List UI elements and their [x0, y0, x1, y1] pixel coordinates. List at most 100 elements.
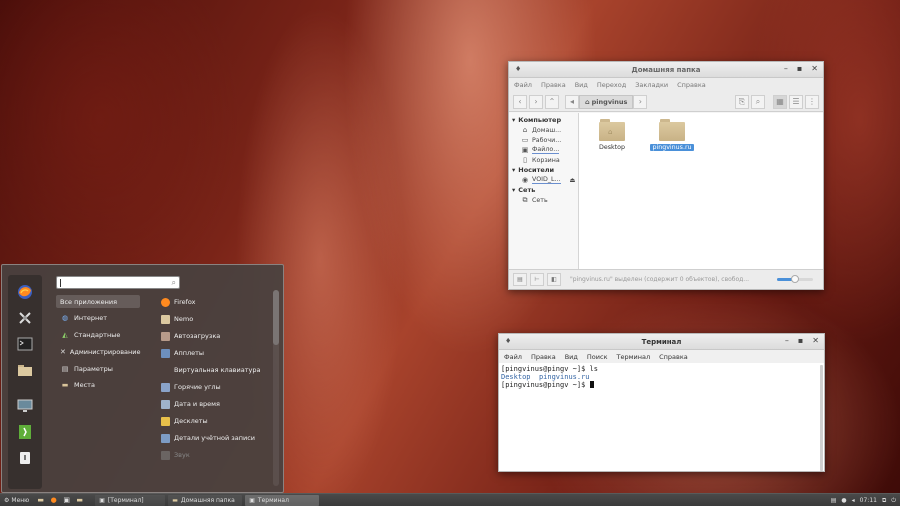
zoom-handle[interactable]	[791, 275, 799, 283]
app-hot-corners[interactable]: Горячие углы	[161, 381, 271, 393]
preferences-icon: ▤	[61, 364, 69, 373]
launcher-files[interactable]: ▬	[35, 495, 46, 506]
category-all-apps[interactable]: Все приложения	[56, 295, 140, 308]
favorite-files[interactable]	[16, 361, 34, 379]
sidebar-item-home[interactable]: ⌂ Домаш...	[509, 125, 578, 135]
clock[interactable]: 07:11	[860, 497, 877, 504]
file-item-pingvinus[interactable]: pingvinus.ru	[650, 119, 694, 151]
favorite-shutdown[interactable]	[16, 449, 34, 467]
taskbar-item-terminal-2[interactable]: ▣ Терминал	[245, 494, 320, 506]
minimize-button[interactable]: –	[784, 64, 788, 73]
forward-button[interactable]: ›	[529, 94, 543, 109]
app-account-details[interactable]: Детали учётной записи	[161, 432, 271, 444]
favorite-logout[interactable]	[16, 423, 34, 441]
sidebar-item-label: Домаш...	[532, 126, 562, 134]
menu-terminal[interactable]: Терминал	[617, 353, 651, 361]
category-preferences[interactable]: ▤ Параметры	[56, 362, 140, 375]
favorite-display[interactable]	[16, 397, 34, 415]
path-right-button[interactable]: ›	[633, 94, 648, 109]
sidebar-section-devices[interactable]: ▾ Носители	[509, 165, 578, 175]
power-icon[interactable]: ⏻	[891, 497, 896, 505]
menu-file[interactable]: Файл	[514, 81, 532, 89]
scrollbar[interactable]	[820, 365, 823, 471]
sidebar-item-desktop[interactable]: ▭ Рабочи...	[509, 135, 578, 145]
taskbar-item-label: Терминал	[257, 496, 289, 504]
sidebar-item-filesystem[interactable]: ▣ Файло...	[509, 145, 578, 155]
menu-go[interactable]: Переход	[597, 81, 626, 89]
terminal-titlebar[interactable]: ♦ Терминал – ▪ ✕	[499, 334, 824, 350]
icon-view-button[interactable]: ▦	[773, 94, 787, 109]
launcher-firefox[interactable]: ●	[48, 495, 59, 506]
user-icon[interactable]: ●	[841, 497, 846, 504]
app-date-time[interactable]: Дата и время	[161, 398, 271, 410]
taskbar-item-home-folder[interactable]: ▬ Домашняя папка	[168, 494, 243, 506]
clipboard-icon[interactable]: ▤	[831, 497, 837, 504]
path-left-button[interactable]: ◂	[565, 94, 579, 109]
sidebar-item-void-disc[interactable]: ◉ VOID_L... ⏏	[509, 175, 578, 185]
app-nemo[interactable]: Nemo	[161, 313, 271, 325]
menu-view[interactable]: Вид	[565, 353, 578, 361]
path-crumb-label: pingvinus	[591, 97, 628, 106]
launcher-home[interactable]: ▬	[74, 495, 85, 506]
search-button[interactable]: ⌕	[751, 94, 765, 109]
sidebar-section-computer[interactable]: ▾ Компьютер	[509, 115, 578, 125]
menu-search[interactable]: Поиск	[587, 353, 608, 361]
network-icon[interactable]: ⧉	[882, 497, 886, 505]
taskbar-item-terminal-1[interactable]: ▣ [Терминал]	[95, 494, 166, 506]
toggle-location-button[interactable]: ⎘	[735, 94, 749, 109]
scrollbar-thumb[interactable]	[273, 290, 279, 345]
sidebar-item-network[interactable]: ⧉ Сеть	[509, 195, 578, 205]
maximize-button[interactable]: ▪	[798, 336, 803, 345]
menu-button-label: Меню	[11, 496, 30, 504]
up-button[interactable]: ⌃	[545, 94, 559, 109]
sidebar-section-network[interactable]: ▾ Сеть	[509, 185, 578, 195]
zoom-slider[interactable]	[777, 275, 813, 283]
scrollbar[interactable]	[273, 290, 279, 486]
close-button[interactable]: ✕	[811, 64, 818, 73]
favorite-terminal[interactable]	[16, 335, 34, 353]
compact-list-icon: ⋮	[808, 97, 816, 106]
menu-help[interactable]: Справка	[677, 81, 706, 89]
app-sound[interactable]: Звук	[161, 449, 271, 461]
menu-edit[interactable]: Правка	[531, 353, 556, 361]
favorite-settings[interactable]	[16, 309, 34, 327]
close-button[interactable]: ✕	[812, 336, 819, 345]
file-item-desktop[interactable]: ⌂ Desktop	[591, 119, 633, 151]
menu-help[interactable]: Справка	[659, 353, 688, 361]
maximize-button[interactable]: ▪	[797, 64, 802, 73]
app-startup[interactable]: Автозагрузка	[161, 330, 271, 342]
list-view-button[interactable]: ☰	[789, 94, 803, 109]
menu-button[interactable]: ⚙ Меню	[0, 494, 33, 506]
compact-view-button[interactable]: ⋮	[805, 94, 819, 109]
prompt: [pingvinus@pingv ~]$	[501, 381, 590, 389]
show-tree-button[interactable]: ⊢	[530, 273, 544, 286]
back-button[interactable]: ‹	[513, 94, 527, 109]
app-applets[interactable]: Апплеты	[161, 347, 271, 359]
path-crumb-home[interactable]: ⌂ pingvinus	[579, 94, 634, 109]
menu-bookmarks[interactable]: Закладки	[635, 81, 668, 89]
terminal-output[interactable]: [pingvinus@pingv ~]$ ls Desktop pingvinu…	[499, 363, 824, 471]
hide-sidebar-button[interactable]: ◧	[547, 273, 561, 286]
favorite-firefox[interactable]	[16, 283, 34, 301]
minimize-button[interactable]: –	[785, 336, 789, 345]
sound-icon[interactable]: ◂	[852, 497, 855, 504]
show-places-button[interactable]: ▤	[513, 273, 527, 286]
search-input[interactable]: ⌕	[56, 276, 180, 289]
menu-view[interactable]: Вид	[575, 81, 588, 89]
app-firefox[interactable]: Firefox	[161, 296, 271, 308]
eject-icon[interactable]: ⏏	[570, 177, 576, 184]
window-menu-icon[interactable]: ♦	[515, 65, 521, 73]
launcher-terminal[interactable]: ▣	[61, 495, 72, 506]
file-view[interactable]: ⌂ Desktop pingvinus.ru	[579, 113, 823, 269]
menu-file[interactable]: Файл	[504, 353, 522, 361]
app-desklets[interactable]: Десклеты	[161, 415, 271, 427]
sidebar-item-trash[interactable]: ▯ Корзина	[509, 155, 578, 165]
app-virtual-keyboard[interactable]: Виртуальная клавиатура	[161, 364, 271, 376]
menu-edit[interactable]: Правка	[541, 81, 566, 89]
file-manager-titlebar[interactable]: ♦ Домашняя папка – ▪ ✕	[509, 62, 823, 78]
category-places[interactable]: ▬ Места	[56, 378, 140, 391]
category-internet[interactable]: ◍ Интернет	[56, 311, 140, 324]
category-administration[interactable]: ✕ Администрирование	[56, 345, 141, 358]
window-menu-icon[interactable]: ♦	[505, 337, 511, 345]
category-accessories[interactable]: ◭ Стандартные	[56, 328, 140, 341]
